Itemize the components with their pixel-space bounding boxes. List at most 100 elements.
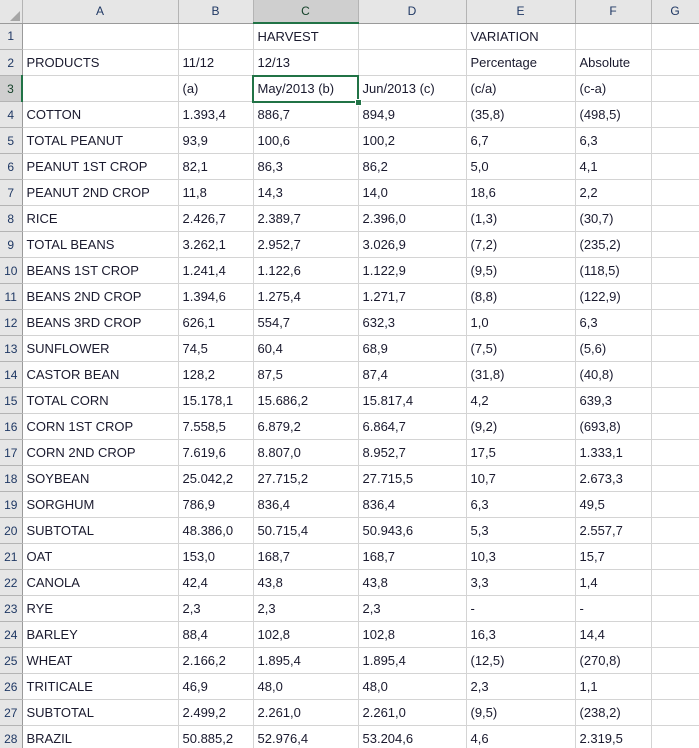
cell-B6[interactable]: 82,1 xyxy=(178,153,254,180)
cell-G24[interactable] xyxy=(651,621,699,648)
cell-A25[interactable]: WHEAT xyxy=(22,647,179,674)
cell-C18[interactable]: 27.715,2 xyxy=(253,465,359,492)
row-header-21[interactable]: 21 xyxy=(0,543,23,570)
cell-B28[interactable]: 50.885,2 xyxy=(178,725,254,748)
cell-C2[interactable]: 12/13 xyxy=(253,49,359,76)
cell-D18[interactable]: 27.715,5 xyxy=(358,465,467,492)
cell-A15[interactable]: TOTAL CORN xyxy=(22,387,179,414)
cell-E11[interactable]: (8,8) xyxy=(466,283,576,310)
cell-D4[interactable]: 894,9 xyxy=(358,101,467,128)
cell-F28[interactable]: 2.319,5 xyxy=(575,725,652,748)
cell-B12[interactable]: 626,1 xyxy=(178,309,254,336)
row-header-24[interactable]: 24 xyxy=(0,621,23,648)
cell-B9[interactable]: 3.262,1 xyxy=(178,231,254,258)
cell-E14[interactable]: (31,8) xyxy=(466,361,576,388)
cell-C20[interactable]: 50.715,4 xyxy=(253,517,359,544)
row-header-14[interactable]: 14 xyxy=(0,361,23,388)
cell-F27[interactable]: (238,2) xyxy=(575,699,652,726)
cell-F8[interactable]: (30,7) xyxy=(575,205,652,232)
cell-F1[interactable] xyxy=(575,23,652,50)
cell-F16[interactable]: (693,8) xyxy=(575,413,652,440)
cell-G7[interactable] xyxy=(651,179,699,206)
row-header-28[interactable]: 28 xyxy=(0,725,23,748)
row-header-17[interactable]: 17 xyxy=(0,439,23,466)
cell-D26[interactable]: 48,0 xyxy=(358,673,467,700)
cell-D5[interactable]: 100,2 xyxy=(358,127,467,154)
cell-A8[interactable]: RICE xyxy=(22,205,179,232)
cell-D10[interactable]: 1.122,9 xyxy=(358,257,467,284)
cell-D2[interactable] xyxy=(358,49,467,76)
cell-A6[interactable]: PEANUT 1ST CROP xyxy=(22,153,179,180)
cell-B2[interactable]: 11/12 xyxy=(178,49,254,76)
cell-B14[interactable]: 128,2 xyxy=(178,361,254,388)
cell-F26[interactable]: 1,1 xyxy=(575,673,652,700)
cell-G25[interactable] xyxy=(651,647,699,674)
cell-G5[interactable] xyxy=(651,127,699,154)
cell-F21[interactable]: 15,7 xyxy=(575,543,652,570)
cell-D14[interactable]: 87,4 xyxy=(358,361,467,388)
cell-F9[interactable]: (235,2) xyxy=(575,231,652,258)
cell-G9[interactable] xyxy=(651,231,699,258)
row-header-1[interactable]: 1 xyxy=(0,23,23,50)
cell-E17[interactable]: 17,5 xyxy=(466,439,576,466)
cell-F23[interactable]: - xyxy=(575,595,652,622)
row-header-22[interactable]: 22 xyxy=(0,569,23,596)
column-header-d[interactable]: D xyxy=(358,0,467,24)
column-header-a[interactable]: A xyxy=(22,0,179,24)
cell-C14[interactable]: 87,5 xyxy=(253,361,359,388)
cell-C3[interactable]: May/2013 (b) xyxy=(253,75,359,102)
cell-F12[interactable]: 6,3 xyxy=(575,309,652,336)
cell-B4[interactable]: 1.393,4 xyxy=(178,101,254,128)
cell-D3[interactable]: Jun/2013 (c) xyxy=(358,75,467,102)
cell-A1[interactable] xyxy=(22,23,179,50)
cell-G6[interactable] xyxy=(651,153,699,180)
cell-A14[interactable]: CASTOR BEAN xyxy=(22,361,179,388)
cell-A26[interactable]: TRITICALE xyxy=(22,673,179,700)
select-all-corner[interactable] xyxy=(0,0,23,24)
cell-C23[interactable]: 2,3 xyxy=(253,595,359,622)
cell-D6[interactable]: 86,2 xyxy=(358,153,467,180)
row-header-19[interactable]: 19 xyxy=(0,491,23,518)
cell-C22[interactable]: 43,8 xyxy=(253,569,359,596)
cell-A13[interactable]: SUNFLOWER xyxy=(22,335,179,362)
row-header-25[interactable]: 25 xyxy=(0,647,23,674)
cell-G22[interactable] xyxy=(651,569,699,596)
cell-G4[interactable] xyxy=(651,101,699,128)
cell-C16[interactable]: 6.879,2 xyxy=(253,413,359,440)
cell-E25[interactable]: (12,5) xyxy=(466,647,576,674)
cell-E2[interactable]: Percentage xyxy=(466,49,576,76)
cell-E27[interactable]: (9,5) xyxy=(466,699,576,726)
cell-F17[interactable]: 1.333,1 xyxy=(575,439,652,466)
cell-C27[interactable]: 2.261,0 xyxy=(253,699,359,726)
cell-A4[interactable]: COTTON xyxy=(22,101,179,128)
cell-D28[interactable]: 53.204,6 xyxy=(358,725,467,748)
cell-A9[interactable]: TOTAL BEANS xyxy=(22,231,179,258)
cell-G11[interactable] xyxy=(651,283,699,310)
cell-G8[interactable] xyxy=(651,205,699,232)
cell-F4[interactable]: (498,5) xyxy=(575,101,652,128)
cell-C5[interactable]: 100,6 xyxy=(253,127,359,154)
row-header-2[interactable]: 2 xyxy=(0,49,23,76)
cell-C21[interactable]: 168,7 xyxy=(253,543,359,570)
cell-B22[interactable]: 42,4 xyxy=(178,569,254,596)
cell-D16[interactable]: 6.864,7 xyxy=(358,413,467,440)
cell-B19[interactable]: 786,9 xyxy=(178,491,254,518)
cell-A24[interactable]: BARLEY xyxy=(22,621,179,648)
cell-G12[interactable] xyxy=(651,309,699,336)
cell-E6[interactable]: 5,0 xyxy=(466,153,576,180)
cell-E9[interactable]: (7,2) xyxy=(466,231,576,258)
cell-E24[interactable]: 16,3 xyxy=(466,621,576,648)
cell-C1[interactable]: HARVEST xyxy=(253,23,359,50)
cell-F15[interactable]: 639,3 xyxy=(575,387,652,414)
cell-G26[interactable] xyxy=(651,673,699,700)
cell-D21[interactable]: 168,7 xyxy=(358,543,467,570)
row-header-23[interactable]: 23 xyxy=(0,595,23,622)
cell-B18[interactable]: 25.042,2 xyxy=(178,465,254,492)
cell-F6[interactable]: 4,1 xyxy=(575,153,652,180)
cell-G20[interactable] xyxy=(651,517,699,544)
row-header-4[interactable]: 4 xyxy=(0,101,23,128)
cell-G18[interactable] xyxy=(651,465,699,492)
cell-F13[interactable]: (5,6) xyxy=(575,335,652,362)
cell-E7[interactable]: 18,6 xyxy=(466,179,576,206)
cell-D19[interactable]: 836,4 xyxy=(358,491,467,518)
